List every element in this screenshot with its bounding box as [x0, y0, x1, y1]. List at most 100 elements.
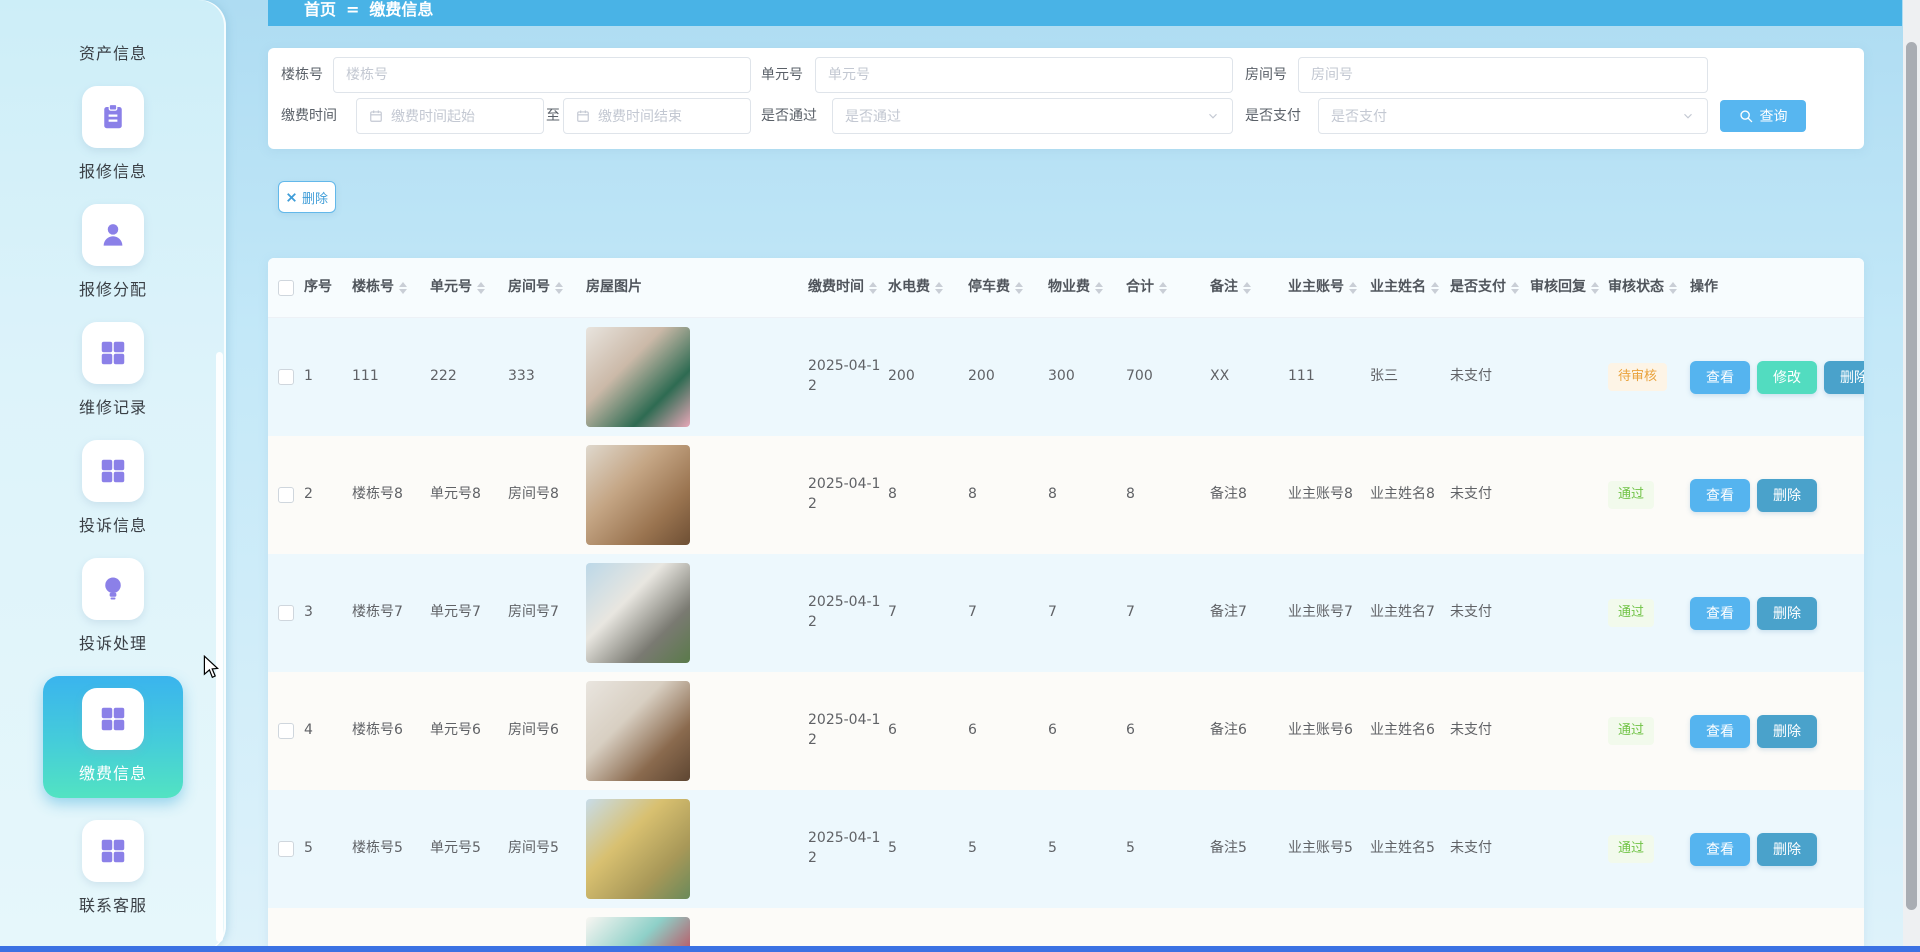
white-villa-photo[interactable]	[586, 563, 690, 663]
sidebar-item-1[interactable]: 报修信息	[43, 86, 183, 182]
header-cell-17: 操作	[1690, 278, 1864, 298]
header-cell-10[interactable]: 合计	[1126, 278, 1210, 298]
bedroom-photo[interactable]	[586, 445, 690, 545]
page-scrollbar-track[interactable]	[1903, 0, 1920, 952]
paid-select[interactable]: 是否支付	[1318, 98, 1708, 134]
table-row: 4楼栋号6单元号6房间号62025-04-126666备注6业主账号6业主姓名6…	[268, 672, 1864, 790]
cell-building: 楼栋号6	[352, 721, 430, 741]
sort-caret-icon[interactable]	[1095, 282, 1103, 294]
header-cell-4[interactable]: 房间号	[508, 278, 586, 298]
header-label: 物业费	[1048, 278, 1090, 298]
header-cell-15[interactable]: 审核回复	[1530, 278, 1608, 298]
delete-button[interactable]: 删除	[1757, 479, 1817, 512]
room-input[interactable]	[1298, 57, 1708, 93]
sidebar: 资产信息报修信息报修分配维修记录投诉信息投诉处理缴费信息联系客服	[0, 0, 226, 952]
header-label: 业主账号	[1288, 278, 1344, 298]
header-cell-12[interactable]: 业主账号	[1288, 278, 1370, 298]
header-cell-8[interactable]: 停车费	[968, 278, 1048, 298]
cell-owner_account: 业主账号7	[1288, 603, 1370, 623]
view-button[interactable]: 查看	[1690, 597, 1750, 630]
cell-parking_fee: 8	[968, 485, 1048, 505]
cell-pay_time: 2025-04-12	[808, 711, 888, 750]
row-checkbox[interactable]	[278, 369, 294, 385]
search-button[interactable]: 查询	[1720, 100, 1806, 132]
breadcrumb-home[interactable]: 首页	[304, 0, 336, 20]
delete-button[interactable]: 删除	[1824, 361, 1864, 394]
sort-caret-icon[interactable]	[869, 282, 877, 294]
modern-living-room-photo[interactable]	[586, 681, 690, 781]
row-checkbox[interactable]	[278, 605, 294, 621]
delete-button[interactable]: 删除	[1757, 715, 1817, 748]
actions-cell: 查看修改删除	[1690, 361, 1864, 394]
sidebar-scrollbar-thumb[interactable]	[216, 352, 223, 942]
cell-water_fee: 200	[888, 367, 968, 387]
actions-cell: 查看删除	[1690, 597, 1864, 630]
delete-button[interactable]: 删除	[1757, 597, 1817, 630]
sort-caret-icon[interactable]	[1591, 282, 1599, 294]
sidebar-item-label: 资产信息	[43, 40, 183, 64]
sidebar-item-5[interactable]: 投诉处理	[43, 558, 183, 654]
sidebar-item-6[interactable]: 缴费信息	[43, 676, 183, 798]
header-cell-9[interactable]: 物业费	[1048, 278, 1126, 298]
sort-caret-icon[interactable]	[399, 282, 407, 294]
sidebar-item-3[interactable]: 维修记录	[43, 322, 183, 418]
cell-owner_account: 业主账号5	[1288, 839, 1370, 859]
header-cell-16[interactable]: 审核状态	[1608, 278, 1690, 298]
sort-caret-icon[interactable]	[1431, 282, 1439, 294]
header-cell-6[interactable]: 缴费时间	[808, 278, 888, 298]
calendar-icon	[369, 109, 383, 123]
view-button[interactable]: 查看	[1690, 715, 1750, 748]
audit-status-cell: 通过	[1608, 835, 1690, 863]
pay-time-start-input[interactable]: 缴费时间起始	[356, 98, 544, 134]
sort-caret-icon[interactable]	[1669, 282, 1677, 294]
sort-caret-icon[interactable]	[1243, 282, 1251, 294]
sort-caret-icon[interactable]	[1511, 282, 1519, 294]
cell-paid: 未支付	[1450, 485, 1530, 505]
breadcrumb-bar: 首页 = 缴费信息	[268, 0, 1902, 26]
pay-time-end-input[interactable]: 缴费时间结束	[563, 98, 751, 134]
sort-caret-icon[interactable]	[1349, 282, 1357, 294]
yellow-villa-photo[interactable]	[586, 799, 690, 899]
delete-button[interactable]: 删除	[1757, 833, 1817, 866]
living-room-green-sofa-photo[interactable]	[586, 327, 690, 427]
status-badge: 待审核	[1608, 363, 1667, 391]
sort-caret-icon[interactable]	[935, 282, 943, 294]
header-cell-7[interactable]: 水电费	[888, 278, 968, 298]
header-cell-11[interactable]: 备注	[1210, 278, 1288, 298]
select-all-checkbox[interactable]	[278, 280, 294, 296]
sort-caret-icon[interactable]	[1159, 282, 1167, 294]
cell-pay_time: 2025-04-12	[808, 475, 888, 514]
cell-parking_fee: 6	[968, 721, 1048, 741]
header-cell-2[interactable]: 楼栋号	[352, 278, 430, 298]
header-cell-3[interactable]: 单元号	[430, 278, 508, 298]
row-checkbox[interactable]	[278, 487, 294, 503]
header-cell-14[interactable]: 是否支付	[1450, 278, 1530, 298]
sort-caret-icon[interactable]	[555, 282, 563, 294]
sort-caret-icon[interactable]	[477, 282, 485, 294]
person-icon	[82, 204, 144, 266]
approved-select[interactable]: 是否通过	[832, 98, 1233, 134]
cell-building: 楼栋号8	[352, 485, 430, 505]
header-cell-13[interactable]: 业主姓名	[1370, 278, 1450, 298]
sidebar-item-4[interactable]: 投诉信息	[43, 440, 183, 536]
view-button[interactable]: 查看	[1690, 361, 1750, 394]
page-scrollbar-thumb[interactable]	[1906, 42, 1917, 910]
sidebar-item-7[interactable]: 联系客服	[43, 820, 183, 916]
view-button[interactable]: 查看	[1690, 479, 1750, 512]
sidebar-item-0[interactable]: 资产信息	[43, 40, 183, 64]
cell-room: 房间号6	[508, 721, 586, 741]
delete-selected-button[interactable]: 删除	[278, 181, 336, 213]
sort-caret-icon[interactable]	[1015, 282, 1023, 294]
cell-room: 房间号7	[508, 603, 586, 623]
edit-button[interactable]: 修改	[1757, 361, 1817, 394]
header-label: 审核回复	[1530, 278, 1586, 298]
row-checkbox[interactable]	[278, 723, 294, 739]
row-checkbox[interactable]	[278, 841, 294, 857]
row-select-cell	[268, 723, 304, 739]
sidebar-item-2[interactable]: 报修分配	[43, 204, 183, 300]
close-icon	[286, 192, 297, 203]
unit-input[interactable]	[815, 57, 1233, 93]
building-input[interactable]	[333, 57, 751, 93]
header-label: 房间号	[508, 278, 550, 298]
view-button[interactable]: 查看	[1690, 833, 1750, 866]
